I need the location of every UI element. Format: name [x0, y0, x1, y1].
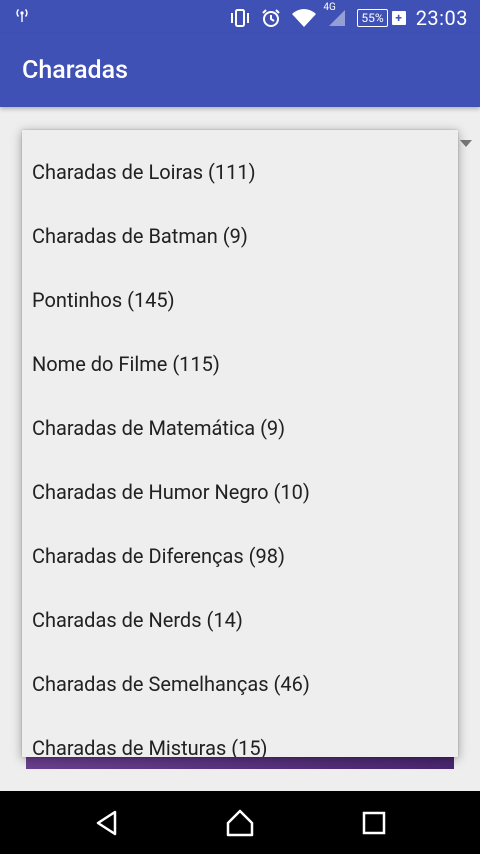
battery-indicator: 55% +: [357, 9, 406, 27]
spinner-dropdown-arrow-icon[interactable]: [460, 140, 472, 147]
dropdown-item[interactable]: Charadas de Diferenças (98): [22, 524, 458, 588]
dropdown-item[interactable]: Charadas de Loiras (111): [22, 140, 458, 204]
dropdown-item[interactable]: Pontinhos (145): [22, 268, 458, 332]
battery-percent: 55%: [357, 9, 388, 27]
app-title: Charadas: [22, 56, 128, 85]
navigation-bar: [0, 791, 480, 854]
dropdown-item[interactable]: Charadas de Semelhanças (46): [22, 652, 458, 716]
network-type-label: 4G: [323, 2, 336, 13]
clock: 23:03: [415, 6, 468, 30]
back-icon[interactable]: [93, 809, 121, 837]
signal-icon: 4G: [323, 2, 347, 28]
dropdown-list: Charadas de Loiras (111) Charadas de Bat…: [22, 140, 458, 757]
alarm-icon: [261, 8, 281, 28]
dropdown-item[interactable]: Charadas de Misturas (15): [22, 716, 458, 757]
category-dropdown[interactable]: Charadas de Loiras (111) Charadas de Bat…: [22, 130, 458, 757]
dropdown-item[interactable]: Charadas de Humor Negro (10): [22, 460, 458, 524]
wifi-icon: [291, 8, 317, 28]
recent-apps-icon[interactable]: [360, 809, 388, 837]
vibrate-icon: [229, 8, 251, 28]
dropdown-item[interactable]: Charadas de Matemática (9): [22, 396, 458, 460]
home-icon[interactable]: [226, 809, 254, 837]
dropdown-item[interactable]: Charadas de Nerds (14): [22, 588, 458, 652]
app-bar: Charadas: [0, 34, 480, 107]
dropdown-item[interactable]: Charadas de Batman (9): [22, 204, 458, 268]
charging-icon: +: [391, 11, 406, 25]
status-bar: 4G 55% + 23:03: [0, 0, 480, 34]
hotspot-icon: [14, 7, 30, 27]
dropdown-item[interactable]: Nome do Filme (115): [22, 332, 458, 396]
